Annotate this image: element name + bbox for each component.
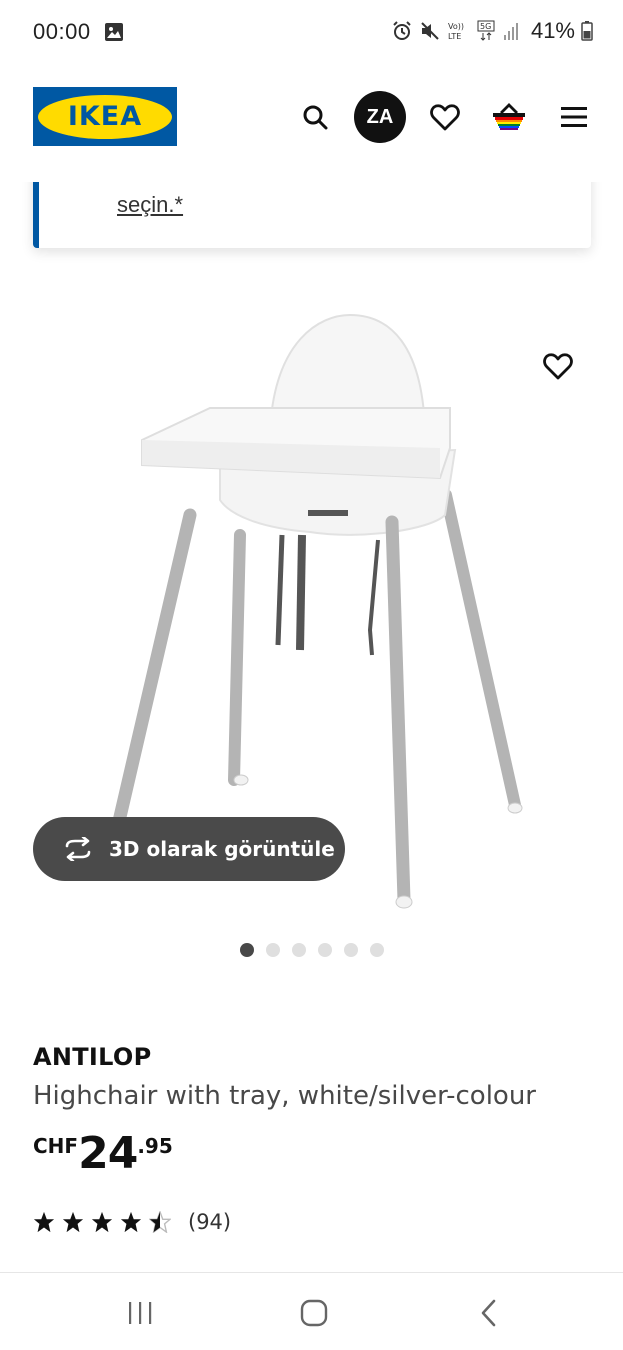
pagination-dot[interactable] <box>370 943 384 957</box>
status-time: 00:00 <box>33 19 91 44</box>
account-avatar-button[interactable]: ZA <box>354 91 406 143</box>
status-bar: 00:00 Vo)) LTE 5G 41% <box>0 0 623 64</box>
volte-icon: Vo)) LTE <box>448 22 464 41</box>
product-description: Highchair with tray, white/silver-colour <box>33 1081 537 1111</box>
svg-text:LTE: LTE <box>448 32 461 41</box>
price-integer: 24 <box>78 1128 138 1179</box>
system-navigation-bar <box>0 1272 623 1350</box>
signal-icon <box>503 23 518 40</box>
pagination-dot[interactable] <box>292 943 306 957</box>
battery-icon <box>581 21 593 41</box>
battery-percentage: 41% <box>530 18 575 43</box>
5g-icon: 5G <box>477 20 495 41</box>
mute-icon <box>421 22 439 40</box>
star-full-icon <box>62 1211 84 1233</box>
notice-link[interactable]: seçin.* <box>117 192 183 218</box>
star-full-icon <box>120 1211 142 1233</box>
ikea-logo[interactable]: IKEA <box>33 87 177 146</box>
price-currency: CHF <box>33 1134 79 1158</box>
recents-button[interactable] <box>120 1297 160 1329</box>
heart-icon[interactable] <box>425 97 465 137</box>
product-rating[interactable]: (94) <box>33 1210 231 1234</box>
logo-text: IKEA <box>67 101 143 132</box>
back-button[interactable] <box>469 1297 509 1329</box>
recents-icon <box>129 1302 152 1324</box>
home-icon <box>300 1299 328 1327</box>
svg-text:5G: 5G <box>480 22 491 31</box>
alarm-icon <box>393 21 411 40</box>
star-full-icon <box>91 1211 113 1233</box>
gallery-icon <box>105 23 123 41</box>
search-icon[interactable] <box>295 97 335 137</box>
pagination-dot-active[interactable] <box>240 943 254 957</box>
product-name: ANTILOP <box>33 1043 152 1071</box>
image-pagination <box>240 943 384 957</box>
basket-icon[interactable] <box>489 97 529 137</box>
view-3d-label: 3D olarak görüntüle <box>109 837 335 861</box>
save-favourite-icon[interactable] <box>540 348 576 384</box>
product-price: CHF 24 .95 <box>33 1130 173 1178</box>
star-half-icon <box>149 1211 171 1233</box>
home-button[interactable] <box>294 1297 334 1329</box>
price-decimal: .95 <box>137 1134 173 1158</box>
pagination-dot[interactable] <box>266 943 280 957</box>
svg-text:Vo)): Vo)) <box>448 22 464 31</box>
rotate-3d-icon <box>65 837 91 861</box>
rating-count: (94) <box>188 1210 232 1234</box>
site-header: IKEA ZA <box>0 64 623 182</box>
menu-icon[interactable] <box>554 97 594 137</box>
pagination-dot[interactable] <box>318 943 332 957</box>
back-icon <box>481 1299 496 1327</box>
logo-oval: IKEA <box>38 94 172 139</box>
pagination-dot[interactable] <box>344 943 358 957</box>
view-3d-button[interactable]: 3D olarak görüntüle <box>33 817 345 881</box>
star-full-icon <box>33 1211 55 1233</box>
